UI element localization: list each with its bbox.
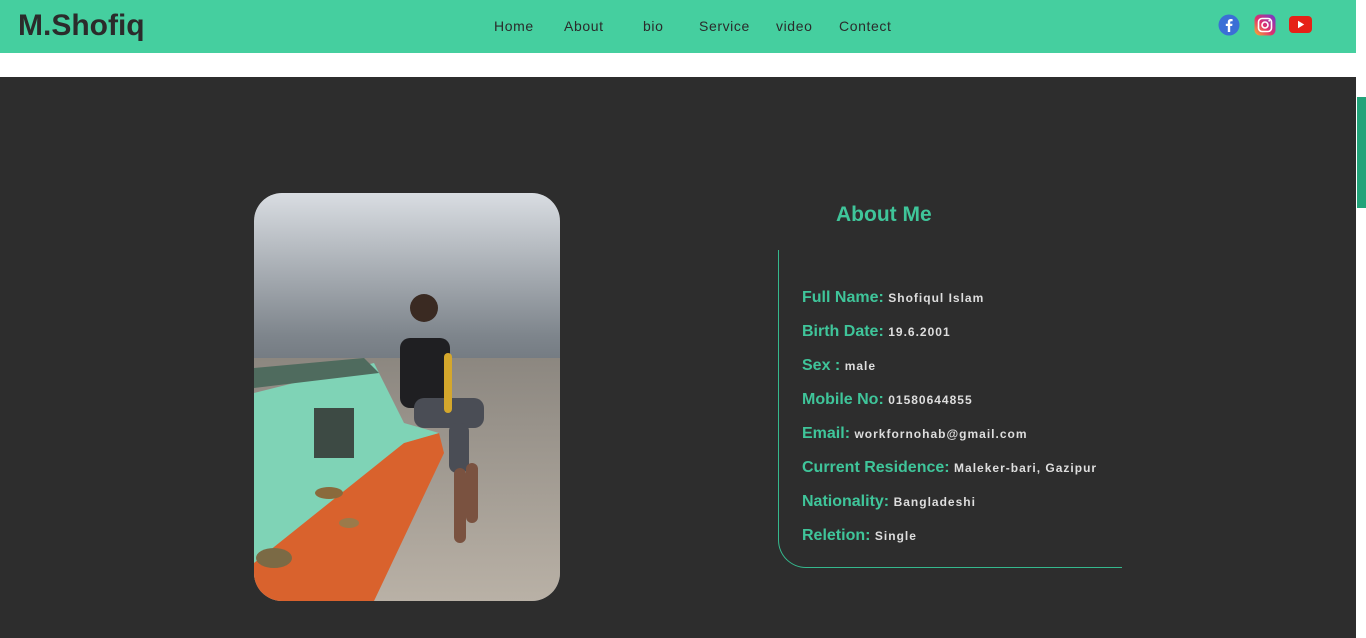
profile-photo bbox=[254, 193, 560, 601]
info-value: workfornohab@gmail.com bbox=[854, 427, 1028, 441]
info-value: male bbox=[844, 359, 877, 373]
info-label: Birth Date: bbox=[802, 323, 884, 340]
about-title: About Me bbox=[836, 203, 932, 226]
facebook-icon[interactable] bbox=[1218, 14, 1240, 36]
info-value: Maleker-bari, Gazipur bbox=[954, 461, 1098, 475]
nav-item-video[interactable]: video bbox=[776, 18, 812, 34]
info-value: 01580644855 bbox=[888, 393, 973, 407]
info-label: Mobile No: bbox=[802, 391, 884, 408]
info-label: Sex : bbox=[802, 357, 841, 374]
youtube-icon[interactable] bbox=[1289, 16, 1312, 33]
info-row-residence: Current Residence: Maleker-bari, Gazipur bbox=[802, 459, 1097, 477]
instagram-icon[interactable] bbox=[1254, 14, 1276, 36]
nav-item-bio[interactable]: bio bbox=[643, 18, 663, 34]
nav-item-home[interactable]: Home bbox=[494, 18, 534, 34]
info-row-relation: Reletion: Single bbox=[802, 527, 917, 545]
nav-item-service[interactable]: Service bbox=[699, 18, 750, 34]
info-label: Full Name: bbox=[802, 289, 884, 306]
info-row-nationality: Nationality: Bangladeshi bbox=[802, 493, 976, 511]
info-value: Single bbox=[874, 529, 917, 543]
info-row-email: Email: workfornohab@gmail.com bbox=[802, 425, 1028, 443]
scrollbar-track[interactable] bbox=[1356, 0, 1366, 638]
info-label: Nationality: bbox=[802, 493, 890, 510]
site-logo[interactable]: M.Shofiq bbox=[18, 9, 145, 43]
info-value: Bangladeshi bbox=[893, 495, 976, 509]
info-label: Email: bbox=[802, 425, 851, 442]
info-row-full-name: Full Name: Shofiqul Islam bbox=[802, 289, 984, 307]
nav-item-about[interactable]: About bbox=[564, 18, 604, 34]
info-value: 19.6.2001 bbox=[888, 325, 951, 339]
info-row-sex: Sex : male bbox=[802, 357, 876, 375]
info-row-birth-date: Birth Date: 19.6.2001 bbox=[802, 323, 951, 341]
header-divider-strip bbox=[0, 53, 1356, 77]
nav-item-contect[interactable]: Contect bbox=[839, 18, 891, 34]
info-label: Reletion: bbox=[802, 527, 871, 544]
info-label: Current Residence: bbox=[802, 459, 950, 476]
info-value: Shofiqul Islam bbox=[888, 291, 985, 305]
navbar: M.Shofiq Home About bio Service video Co… bbox=[0, 0, 1356, 53]
scrollbar-thumb[interactable] bbox=[1357, 97, 1366, 208]
info-row-mobile: Mobile No: 01580644855 bbox=[802, 391, 973, 409]
